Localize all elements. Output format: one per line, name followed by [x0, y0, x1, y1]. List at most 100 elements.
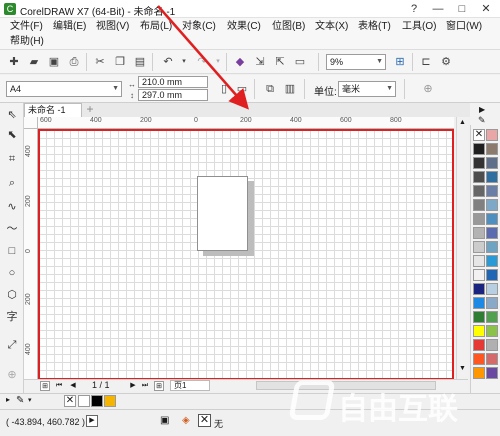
color-swatch[interactable]: [473, 367, 485, 379]
menu-object[interactable]: 对象(C): [182, 20, 216, 34]
vertical-ruler[interactable]: 400 200 0 200 400: [24, 129, 38, 379]
rectangle-tool-icon[interactable]: □: [4, 243, 20, 259]
menu-table[interactable]: 表格(T): [358, 20, 391, 34]
page-height-input[interactable]: 297.0 mm: [138, 89, 208, 101]
paste-icon[interactable]: ▤: [132, 54, 148, 70]
scroll-down-icon[interactable]: ▼: [459, 365, 466, 372]
landscape-icon[interactable]: ▭: [234, 81, 250, 97]
eyedropper-icon[interactable]: ✎: [16, 395, 24, 406]
undo-icon[interactable]: ↶: [160, 54, 176, 70]
add-tab-button[interactable]: +: [84, 103, 96, 116]
color-swatch[interactable]: [473, 353, 485, 365]
print-icon[interactable]: ⎙: [66, 54, 82, 70]
page-tab[interactable]: 页1: [170, 380, 210, 391]
status-expand-icon[interactable]: ▶: [86, 415, 98, 427]
copy-icon[interactable]: ❐: [112, 54, 128, 70]
menu-layout[interactable]: 布局(L): [140, 20, 172, 34]
color-swatch[interactable]: [486, 311, 498, 323]
palette-arrow-icon[interactable]: ▸: [6, 395, 10, 404]
color-swatch[interactable]: [473, 143, 485, 155]
nudge-icon[interactable]: ⊕: [420, 81, 436, 97]
zoom-level-select[interactable]: 9% ▼: [326, 54, 386, 70]
first-page-button[interactable]: ⏮: [54, 381, 64, 391]
color-swatch[interactable]: [473, 199, 485, 211]
color-swatch[interactable]: [473, 311, 485, 323]
page-size-select[interactable]: A4 ▼: [6, 81, 122, 97]
portrait-icon[interactable]: ▯: [216, 81, 232, 97]
color-swatch[interactable]: [486, 297, 498, 309]
no-color-swatch[interactable]: ✕: [473, 129, 485, 141]
artistic-media-icon[interactable]: 〜: [4, 221, 20, 237]
scroll-up-icon[interactable]: ▲: [459, 119, 466, 126]
import-icon[interactable]: ⇲: [252, 54, 268, 70]
menu-file[interactable]: 文件(F): [10, 20, 43, 34]
color-swatch[interactable]: [473, 325, 485, 337]
menu-help[interactable]: 帮助(H): [10, 35, 44, 49]
menu-effects[interactable]: 效果(C): [227, 20, 261, 34]
pick-tool-icon[interactable]: ⇖: [4, 107, 20, 123]
ruler-origin[interactable]: [24, 117, 38, 129]
color-proofing-icon[interactable]: ▣: [160, 415, 169, 426]
polygon-tool-icon[interactable]: ⬡: [4, 287, 20, 303]
document-color-swatch[interactable]: [78, 395, 90, 407]
redo-icon[interactable]: ↷: [194, 54, 210, 70]
full-screen-preview-icon[interactable]: ⊞: [392, 54, 408, 70]
color-swatch[interactable]: [486, 213, 498, 225]
connector-tool-icon[interactable]: ⤢: [4, 337, 20, 353]
color-swatch[interactable]: [486, 255, 498, 267]
minimize-button[interactable]: —: [428, 2, 448, 16]
new-document-icon[interactable]: ✚: [6, 54, 22, 70]
color-swatch[interactable]: [486, 227, 498, 239]
open-folder-icon[interactable]: ▰: [26, 54, 42, 70]
shape-tool-icon[interactable]: ⬉: [4, 127, 20, 143]
save-icon[interactable]: ▣: [46, 54, 62, 70]
palette-scroll-up-icon[interactable]: ▶: [479, 105, 485, 114]
last-page-button[interactable]: ⏭: [140, 381, 150, 391]
add-page-icon[interactable]: ⊞: [154, 381, 164, 391]
color-swatch[interactable]: [473, 157, 485, 169]
crop-tool-icon[interactable]: ⌗: [4, 151, 20, 167]
color-swatch[interactable]: [473, 339, 485, 351]
first-page-icon[interactable]: ⊞: [40, 381, 50, 391]
cut-icon[interactable]: ✂: [92, 54, 108, 70]
horizontal-scrollbar[interactable]: [256, 381, 436, 390]
show-rulers-icon[interactable]: ⊏: [418, 54, 434, 70]
color-swatch[interactable]: [486, 185, 498, 197]
color-swatch[interactable]: [486, 269, 498, 281]
corel-connect-icon[interactable]: ◆: [232, 54, 248, 70]
publish-pdf-icon[interactable]: ▭: [292, 54, 308, 70]
document-color-swatch[interactable]: [104, 395, 116, 407]
color-swatch[interactable]: [486, 129, 498, 141]
color-swatch[interactable]: [486, 199, 498, 211]
redo-dropdown-icon[interactable]: ▾: [210, 54, 226, 70]
units-select[interactable]: 毫米 ▼: [338, 81, 396, 97]
color-swatch[interactable]: [473, 255, 485, 267]
color-swatch[interactable]: [486, 353, 498, 365]
color-swatch[interactable]: [473, 241, 485, 253]
current-page-icon[interactable]: ▥: [282, 81, 298, 97]
all-pages-icon[interactable]: ⧉: [262, 81, 278, 97]
ellipse-tool-icon[interactable]: ○: [4, 265, 20, 281]
horizontal-ruler[interactable]: 600 400 200 0 200 400 600 800: [38, 117, 454, 129]
color-swatch[interactable]: [486, 367, 498, 379]
menu-edit[interactable]: 编辑(E): [53, 20, 86, 34]
page-width-input[interactable]: 210.0 mm: [138, 76, 208, 88]
text-tool-icon[interactable]: 字: [4, 309, 20, 325]
color-swatch[interactable]: [473, 171, 485, 183]
vertical-scrollbar[interactable]: ▲ ▼: [456, 117, 468, 379]
color-swatch[interactable]: [486, 339, 498, 351]
document-tab[interactable]: 未命名 -1: [24, 103, 82, 117]
chevron-down-icon[interactable]: ▾: [28, 396, 32, 404]
freehand-tool-icon[interactable]: ∿: [4, 199, 20, 215]
menu-bitmaps[interactable]: 位图(B): [272, 20, 305, 34]
no-fill-swatch[interactable]: ✕: [64, 395, 76, 407]
maximize-button[interactable]: □: [452, 2, 472, 16]
help-icon[interactable]: ?: [404, 2, 424, 16]
color-swatch[interactable]: [486, 325, 498, 337]
menu-window[interactable]: 窗口(W): [446, 20, 482, 34]
color-swatch[interactable]: [486, 157, 498, 169]
options-icon[interactable]: ⚙: [438, 54, 454, 70]
color-swatch[interactable]: [486, 171, 498, 183]
color-swatch[interactable]: [486, 241, 498, 253]
color-swatch[interactable]: [473, 283, 485, 295]
